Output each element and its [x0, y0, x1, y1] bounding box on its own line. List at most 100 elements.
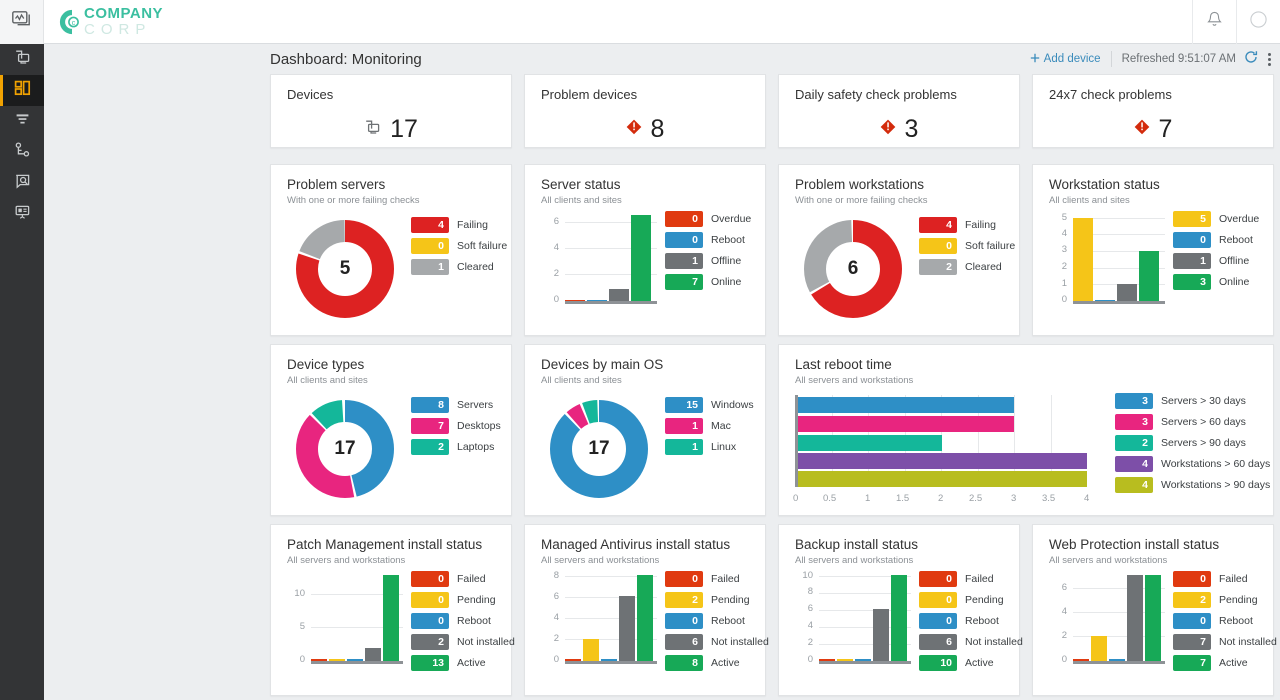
bar-active[interactable]: [383, 575, 399, 661]
legend-item[interactable]: 7 Online: [665, 274, 751, 290]
legend-label: Pending: [965, 594, 1004, 606]
bar-active[interactable]: [637, 575, 653, 661]
legend-item[interactable]: 2 Pending: [665, 592, 769, 608]
company-logo[interactable]: c COMPANY CORP: [56, 6, 163, 37]
add-device-button[interactable]: Add device: [1030, 53, 1111, 66]
bar-not-installed[interactable]: [1127, 575, 1143, 661]
legend-item[interactable]: 0 Reboot: [665, 613, 769, 629]
bar-servers-60-days[interactable]: [798, 416, 1014, 432]
legend-item[interactable]: 5 Overdue: [1173, 211, 1259, 227]
legend-item[interactable]: 0 Reboot: [919, 613, 1023, 629]
kpi-card-devices[interactable]: Devices 17: [270, 74, 512, 148]
app-switcher-button[interactable]: [0, 0, 44, 44]
legend-item[interactable]: 7 Not installed: [1173, 634, 1277, 650]
bar-not-installed[interactable]: [365, 648, 381, 661]
kebab-menu-icon[interactable]: [1262, 52, 1280, 66]
legend-item[interactable]: 2 Laptops: [411, 439, 501, 455]
legend-item[interactable]: 2 Pending: [1173, 592, 1277, 608]
bar-pending[interactable]: [583, 639, 599, 661]
bar-active[interactable]: [1145, 575, 1161, 661]
bar-not-installed[interactable]: [873, 609, 889, 661]
legend-item[interactable]: 0 Failed: [411, 571, 515, 587]
notifications-button[interactable]: [1192, 0, 1236, 44]
bar-offline[interactable]: [609, 289, 629, 301]
x-axis-baseline: [311, 661, 403, 664]
kpi-card-daily-safety-check-problems[interactable]: Daily safety check problems 3: [778, 74, 1020, 148]
bar-online[interactable]: [631, 215, 651, 301]
legend-item[interactable]: 13 Active: [411, 655, 515, 671]
refresh-button[interactable]: [1244, 50, 1262, 69]
legend-item[interactable]: 4 Failing: [919, 217, 1015, 233]
bar-workstations-60-days[interactable]: [798, 453, 1087, 469]
sidebar-item-filters[interactable]: [0, 106, 44, 137]
kpi-card-problem-devices[interactable]: Problem devices 8: [524, 74, 766, 148]
legend-item[interactable]: 0 Reboot: [665, 232, 751, 248]
legend-item[interactable]: 2 Cleared: [919, 259, 1015, 275]
legend-item[interactable]: 6 Not installed: [919, 634, 1023, 650]
legend-item[interactable]: 0 Soft failure: [411, 238, 507, 254]
legend-item[interactable]: 0 Failed: [665, 571, 769, 587]
chart-card-managed-antivirus-install-status[interactable]: Managed Antivirus install status All ser…: [524, 524, 769, 696]
legend-item[interactable]: 3 Servers > 60 days: [1115, 414, 1270, 430]
chart-card-problem-servers[interactable]: Problem servers With one or more failing…: [270, 164, 512, 336]
legend-item[interactable]: 8 Servers: [411, 397, 501, 413]
legend-item[interactable]: 0 Soft failure: [919, 238, 1015, 254]
chart-card-server-status[interactable]: Server status All clients and sites 0 2 …: [524, 164, 766, 336]
bar-active[interactable]: [891, 575, 907, 661]
sidebar-item-search-monitor[interactable]: [0, 168, 44, 199]
legend-item[interactable]: 0 Failed: [919, 571, 1023, 587]
chart-card-web-protection-install-status[interactable]: Web Protection install status All server…: [1032, 524, 1277, 696]
legend-item[interactable]: 2 Not installed: [411, 634, 515, 650]
legend-item[interactable]: 3 Servers > 30 days: [1115, 393, 1270, 409]
bar-servers-90-days[interactable]: [798, 435, 942, 451]
legend-item[interactable]: 1 Mac: [665, 418, 754, 434]
chart-card-device-types[interactable]: Device types All clients and sites 17 8 …: [270, 344, 512, 516]
sidebar-item-reports[interactable]: [0, 199, 44, 230]
bar-pending[interactable]: [1091, 636, 1107, 661]
bar-offline[interactable]: [1117, 284, 1137, 301]
chart-card-workstation-status[interactable]: Workstation status All clients and sites…: [1032, 164, 1274, 336]
legend-item[interactable]: 0 Reboot: [411, 613, 515, 629]
legend-item[interactable]: 0 Failed: [1173, 571, 1277, 587]
legend-item[interactable]: 0 Reboot: [1173, 613, 1277, 629]
sidebar-item-devices[interactable]: [0, 44, 44, 75]
legend-item[interactable]: 7 Active: [1173, 655, 1277, 671]
legend-item[interactable]: 15 Windows: [665, 397, 754, 413]
legend-item[interactable]: 10 Active: [919, 655, 1023, 671]
legend-item[interactable]: 4 Failing: [411, 217, 507, 233]
chart-card-patch-management-install-status[interactable]: Patch Management install status All serv…: [270, 524, 515, 696]
legend-item[interactable]: 0 Reboot: [1173, 232, 1259, 248]
bar-overdue[interactable]: [1073, 218, 1093, 301]
legend-item[interactable]: 3 Online: [1173, 274, 1259, 290]
legend-item[interactable]: 6 Not installed: [665, 634, 769, 650]
sidebar-item-dashboard[interactable]: [0, 75, 44, 106]
legend-item[interactable]: 1 Linux: [665, 439, 754, 455]
legend-label: Soft failure: [457, 240, 508, 252]
bar-servers-30-days[interactable]: [798, 397, 1014, 413]
chart-card-last-reboot-time[interactable]: Last reboot time All servers and worksta…: [778, 344, 1274, 516]
legend-item[interactable]: 4 Workstations > 90 days: [1115, 477, 1270, 493]
legend-item[interactable]: 4 Workstations > 60 days: [1115, 456, 1270, 472]
bar-not-installed[interactable]: [619, 596, 635, 661]
legend-value: 0: [665, 613, 703, 629]
chart-card-problem-workstations[interactable]: Problem workstations With one or more fa…: [778, 164, 1020, 336]
legend-value: 2: [665, 592, 703, 608]
legend-item[interactable]: 1 Cleared: [411, 259, 507, 275]
legend-item[interactable]: 2 Servers > 90 days: [1115, 435, 1270, 451]
legend-value: 3: [1115, 393, 1153, 409]
legend-item[interactable]: 0 Pending: [919, 592, 1023, 608]
chart-card-backup-install-status[interactable]: Backup install status All servers and wo…: [778, 524, 1023, 696]
legend-item[interactable]: 8 Active: [665, 655, 769, 671]
legend-item[interactable]: 7 Desktops: [411, 418, 501, 434]
bar-online[interactable]: [1139, 251, 1159, 301]
legend-item[interactable]: 1 Offline: [665, 253, 751, 269]
sidebar-item-network-topology[interactable]: [0, 137, 44, 168]
chart-card-devices-by-main-os[interactable]: Devices by main OS All clients and sites…: [524, 344, 766, 516]
legend-item[interactable]: 0 Pending: [411, 592, 515, 608]
account-button[interactable]: [1236, 0, 1280, 44]
y-tick-label: 2: [807, 637, 813, 648]
legend-item[interactable]: 0 Overdue: [665, 211, 751, 227]
bar-workstations-90-days[interactable]: [798, 471, 1087, 487]
legend-item[interactable]: 1 Offline: [1173, 253, 1259, 269]
kpi-card-24x7-check-problems[interactable]: 24x7 check problems 7: [1032, 74, 1274, 148]
